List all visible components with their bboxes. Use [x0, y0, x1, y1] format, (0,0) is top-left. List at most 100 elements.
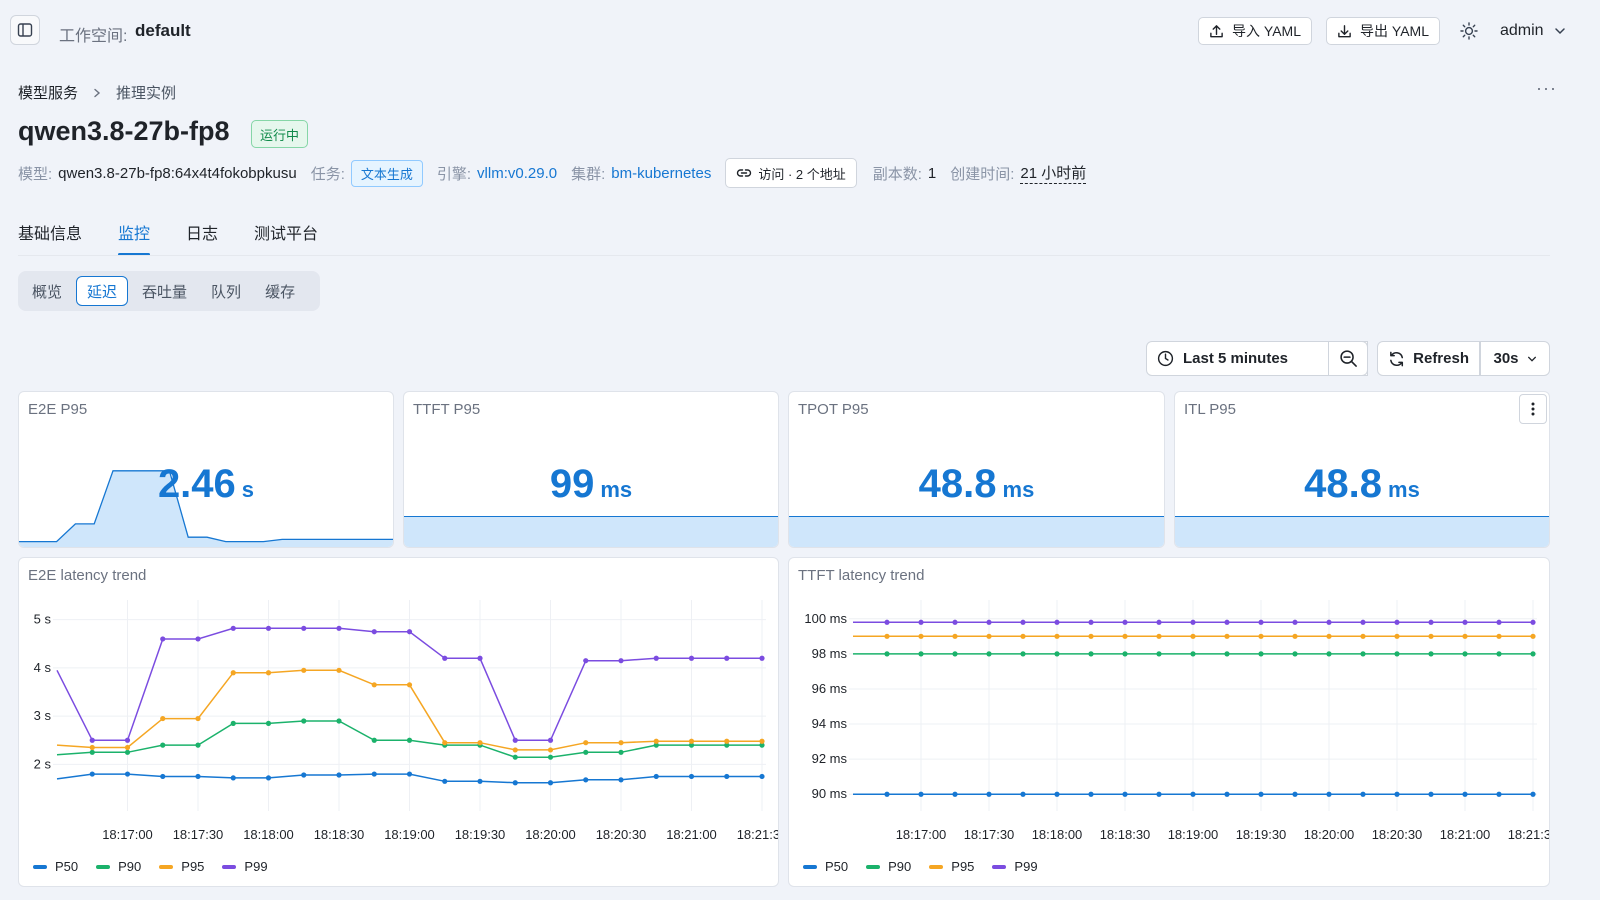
- data-point: [265, 625, 272, 631]
- legend-item-p90[interactable]: P90: [96, 859, 141, 874]
- tab-test-platform[interactable]: 测试平台: [254, 220, 318, 256]
- data-point: [1292, 791, 1298, 797]
- x-tick-label: 18:17:30: [173, 827, 224, 842]
- data-point: [1122, 651, 1128, 657]
- data-point: [583, 749, 589, 755]
- data-point: [1428, 633, 1434, 639]
- data-point: [724, 655, 730, 661]
- series-p50: [853, 791, 1536, 797]
- y-tick-label: 98 ms: [812, 646, 848, 661]
- stat-panel-itl: ITL P95 48.8 ms: [1174, 391, 1550, 548]
- data-point: [547, 780, 554, 786]
- legend-item-p99[interactable]: P99: [992, 859, 1038, 874]
- data-point: [477, 778, 483, 784]
- data-point: [1258, 619, 1264, 625]
- more-actions-button[interactable]: ···: [1536, 78, 1557, 99]
- y-tick-label: 5 s: [34, 612, 52, 627]
- data-point: [1054, 791, 1060, 797]
- data-point: [512, 780, 518, 786]
- data-point: [884, 651, 890, 657]
- data-point: [1360, 791, 1366, 797]
- x-tick-label: 18:17:00: [102, 827, 153, 842]
- ttft-trend-chart: 18:17:00 18:17:30 18:18:00 18:18:30 18:19:00…: [804, 600, 1549, 842]
- legend-item-p90[interactable]: P90: [866, 859, 911, 874]
- data-point: [884, 619, 890, 625]
- data-point: [1530, 619, 1536, 625]
- sun-icon: [1460, 22, 1478, 40]
- tab-divider: [18, 255, 1550, 256]
- data-point: [371, 771, 377, 777]
- task-key: 任务:: [310, 165, 345, 183]
- data-point: [583, 658, 589, 664]
- status-badge: 运行中: [251, 120, 309, 148]
- tab-basic-info[interactable]: 基础信息: [18, 220, 82, 256]
- engine-link[interactable]: vllm:v0.29.0: [477, 165, 557, 182]
- time-range-label: Last 5 minutes: [1183, 350, 1289, 367]
- subtab-latency[interactable]: 延迟: [76, 276, 129, 306]
- refresh-button[interactable]: Refresh: [1377, 341, 1480, 376]
- subtab-queue[interactable]: 队列: [201, 276, 251, 306]
- data-point: [583, 777, 589, 783]
- theme-toggle-button[interactable]: [1458, 20, 1480, 42]
- data-point: [1258, 633, 1264, 639]
- data-point: [986, 651, 992, 657]
- breadcrumb: 模型服务 推理实例: [18, 82, 176, 103]
- access-button[interactable]: 访问 · 2 个地址: [725, 158, 857, 188]
- tab-monitoring[interactable]: 监控: [118, 220, 151, 256]
- data-point: [1292, 651, 1298, 657]
- sidebar-icon: [17, 23, 33, 37]
- stat-value: 48.8 ms: [1175, 462, 1549, 507]
- data-point: [301, 772, 307, 778]
- data-point: [1462, 651, 1468, 657]
- user-menu[interactable]: admin: [1500, 22, 1566, 40]
- cluster-link[interactable]: bm-kubernetes: [611, 165, 711, 182]
- replicas-value: 1: [927, 164, 937, 182]
- refresh-icon: [1390, 351, 1404, 366]
- data-point: [1190, 633, 1196, 639]
- data-point: [160, 715, 166, 722]
- data-point: [406, 682, 413, 688]
- data-point: [918, 791, 924, 797]
- data-point: [986, 791, 992, 797]
- legend-item-p99[interactable]: P99: [222, 859, 268, 874]
- data-point: [1326, 619, 1332, 625]
- data-point: [952, 791, 958, 797]
- workspace-selector[interactable]: default: [135, 21, 191, 41]
- data-point: [160, 636, 166, 642]
- legend-item-p50[interactable]: P50: [33, 859, 78, 874]
- breadcrumb-parent[interactable]: 模型服务: [18, 82, 78, 103]
- data-point: [1394, 651, 1400, 657]
- metric-segmented-control: 概览 延迟 吞吐量 队列 缓存: [18, 271, 320, 311]
- refresh-interval-picker[interactable]: 30s: [1480, 341, 1550, 376]
- data-point: [1020, 651, 1026, 657]
- x-tick-label: 18:18:00: [1032, 827, 1083, 842]
- legend-label: P50: [55, 859, 79, 874]
- ttft-trend-panel: TTFT latency trend 18:17:00 18:17:30 18:18…: [788, 557, 1550, 887]
- export-yaml-button[interactable]: 导出 YAML: [1326, 17, 1440, 45]
- series-p99: [853, 619, 1536, 625]
- breadcrumb-current: 推理实例: [116, 85, 177, 102]
- panel-menu-button[interactable]: [1519, 394, 1547, 424]
- tab-logs[interactable]: 日志: [186, 220, 218, 256]
- data-point: [336, 772, 342, 778]
- data-point: [1360, 651, 1366, 657]
- y-tick-label: 100 ms: [804, 611, 847, 626]
- data-point: [89, 749, 95, 755]
- subtab-throughput[interactable]: 吞吐量: [132, 276, 197, 306]
- data-point: [618, 740, 624, 746]
- legend-item-p50[interactable]: P50: [803, 859, 848, 874]
- import-yaml-button[interactable]: 导入 YAML: [1198, 17, 1312, 45]
- data-point: [1122, 633, 1128, 639]
- subtab-cache[interactable]: 缓存: [255, 276, 305, 306]
- sidebar-toggle-button[interactable]: [10, 15, 40, 45]
- export-yaml-label: 导出 YAML: [1360, 23, 1429, 39]
- data-point: [1224, 633, 1230, 639]
- legend-item-p95[interactable]: P95: [159, 859, 204, 874]
- data-point: [195, 742, 201, 748]
- zoom-out-button[interactable]: [1328, 341, 1368, 376]
- data-point: [653, 738, 659, 744]
- data-point: [1496, 791, 1502, 797]
- subtab-overview[interactable]: 概览: [22, 276, 72, 306]
- legend-item-p95[interactable]: P95: [929, 859, 974, 874]
- data-point: [89, 737, 95, 743]
